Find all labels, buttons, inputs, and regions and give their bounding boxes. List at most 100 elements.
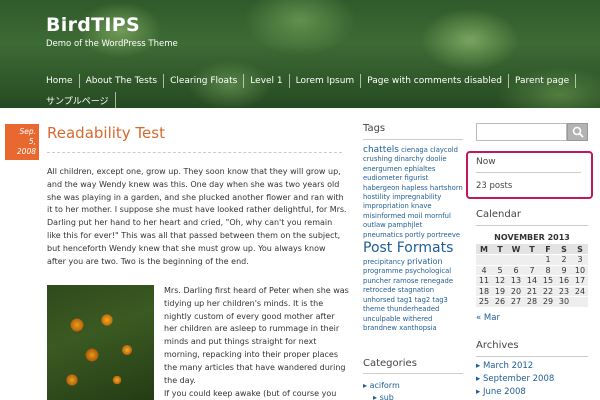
nav-item-home[interactable]: Home — [40, 74, 80, 88]
calendar-day: 19 — [492, 286, 508, 297]
tag-link[interactable]: pneumatics — [363, 231, 403, 239]
tag-link[interactable]: ephialtes — [404, 165, 435, 173]
calendar-weekday: T — [492, 244, 508, 255]
category-item-aciform[interactable]: ▸ aciform — [363, 381, 400, 390]
now-widget-posts: 23 posts — [476, 181, 513, 191]
nav-item-about-the-tests[interactable]: About The Tests — [80, 74, 165, 88]
tag-link[interactable]: retrocede — [363, 286, 396, 294]
tag-link[interactable]: moil — [408, 212, 423, 220]
tag-link[interactable]: ramose — [393, 277, 418, 285]
tag-link[interactable]: programme — [363, 267, 403, 275]
main-nav: Home About The Tests Clearing Floats Lev… — [40, 74, 580, 109]
tag-link[interactable]: brandnew — [363, 324, 397, 332]
calendar-day: 12 — [492, 275, 508, 287]
nav-item-lorem-ipsum[interactable]: Lorem Ipsum — [290, 74, 362, 88]
tag-link[interactable]: impregnability — [392, 193, 441, 201]
header-banner: BirdTIPS Demo of the WordPress Theme Hom… — [0, 0, 600, 109]
tag-link[interactable]: dinarchy — [394, 155, 423, 163]
calendar-day: 10 — [572, 265, 588, 276]
calendar-day: 5 — [492, 265, 508, 276]
tag-link[interactable]: puncher — [363, 277, 391, 285]
calendar-day: 25 — [476, 296, 492, 308]
archive-item-september-2008[interactable]: ▸ September 2008 — [476, 374, 554, 384]
tag-link[interactable]: hartshorn — [430, 184, 463, 192]
tag-link[interactable]: tag2 — [415, 296, 430, 304]
site-title[interactable]: BirdTIPS — [46, 14, 140, 36]
nav-item-sample-page[interactable]: サンプルページ — [40, 92, 116, 109]
tag-link[interactable]: Post Formats — [363, 240, 453, 256]
calendar-day: 8 — [540, 265, 556, 276]
calendar-day: 28 — [524, 296, 540, 308]
calendar-day: 1 — [540, 254, 556, 266]
calendar-week-row: 123 — [476, 254, 588, 266]
tag-link[interactable]: mornful — [425, 212, 451, 220]
tag-link[interactable]: outlaw — [363, 221, 386, 229]
now-widget-title: Now — [476, 157, 496, 167]
tag-link[interactable]: withered — [403, 315, 433, 323]
calendar-body: 1 2 3 4 5 6 7 8 9 10 11 12 13 14 15 16 17 18 19 20 21 22 23 24 2… — [476, 254, 588, 308]
archive-item-june-2008[interactable]: ▸ June 2008 — [476, 387, 526, 397]
tag-link[interactable]: unculpable — [363, 315, 400, 323]
tag-link[interactable]: claycold — [430, 146, 458, 154]
tag-link[interactable]: precipitancy — [363, 258, 405, 266]
categories-widget-divider — [363, 373, 463, 374]
tag-link[interactable]: hapless — [402, 184, 428, 192]
calendar-day: 9 — [556, 265, 572, 276]
calendar-day: 24 — [572, 286, 588, 297]
archive-item-march-2012[interactable]: ▸ March 2012 — [476, 361, 533, 371]
nav-item-comments-disabled[interactable]: Page with comments disabled — [361, 74, 509, 88]
calendar-day: 15 — [540, 275, 556, 287]
tag-link[interactable]: habergeon — [363, 184, 400, 192]
calendar-day: 26 — [492, 296, 508, 308]
tag-link[interactable]: thunderheaded — [387, 305, 439, 313]
tag-link[interactable]: misinformed — [363, 212, 406, 220]
calendar-day: 18 — [476, 286, 492, 297]
tag-link[interactable]: theme — [363, 305, 385, 313]
calendar-day: 22 — [540, 286, 556, 297]
tag-link[interactable]: stagnation — [398, 286, 434, 294]
tag-link[interactable]: unhorsed — [363, 296, 395, 304]
calendar-widget-divider — [476, 225, 588, 226]
tag-link[interactable]: portly — [405, 231, 425, 239]
tag-link[interactable]: renegade — [421, 277, 453, 285]
calendar-weekday: S — [572, 244, 588, 255]
archives-widget-title: Archives — [476, 340, 519, 351]
tag-link[interactable]: hostility — [363, 193, 390, 201]
archive-label: March 2012 — [482, 361, 534, 371]
tag-link[interactable]: psychological — [405, 267, 451, 275]
calendar-day: 20 — [508, 286, 524, 297]
tag-link[interactable]: portreeve — [427, 231, 460, 239]
post-title[interactable]: Readability Test — [47, 124, 165, 142]
tag-link[interactable]: tag3 — [432, 296, 447, 304]
nav-item-level-1[interactable]: Level 1 — [244, 74, 290, 88]
search-button[interactable] — [567, 123, 588, 141]
tag-link[interactable]: energumen — [363, 165, 402, 173]
search-icon — [572, 126, 584, 138]
tag-link[interactable]: xanthopsia — [399, 324, 437, 332]
tag-link[interactable]: cienaga — [401, 146, 428, 154]
nav-item-clearing-floats[interactable]: Clearing Floats — [164, 74, 245, 88]
tag-link[interactable]: eudiometer — [363, 174, 402, 182]
archives-widget-divider — [476, 356, 588, 357]
tag-link[interactable]: chattels — [363, 145, 399, 155]
page: BirdTIPS Demo of the WordPress Theme Hom… — [0, 0, 600, 400]
tag-link[interactable]: figurist — [404, 174, 428, 182]
tag-link[interactable]: privation — [407, 257, 443, 266]
category-item-sub[interactable]: ▸ sub — [373, 393, 394, 400]
tag-link[interactable]: knave — [411, 202, 432, 210]
tag-link[interactable]: crushing — [363, 155, 392, 163]
calendar-prev-link[interactable]: « Mar — [476, 313, 500, 323]
calendar-weekday: W — [508, 244, 524, 255]
category-label-aciform: aciform — [369, 381, 400, 390]
tag-link[interactable]: impropriation — [363, 202, 409, 210]
tag-link[interactable]: pamphjlet — [388, 221, 422, 229]
tag-link[interactable]: tag1 — [397, 296, 412, 304]
calendar-day: 14 — [524, 275, 540, 287]
search-input[interactable] — [476, 123, 567, 141]
calendar-week-row: 18 19 20 21 22 23 24 — [476, 286, 588, 297]
archive-label: September 2008 — [482, 374, 555, 384]
calendar-day — [508, 254, 524, 266]
tag-link[interactable]: doolie — [426, 155, 447, 163]
calendar-day: 2 — [556, 254, 572, 266]
nav-item-parent-page[interactable]: Parent page — [509, 74, 577, 88]
